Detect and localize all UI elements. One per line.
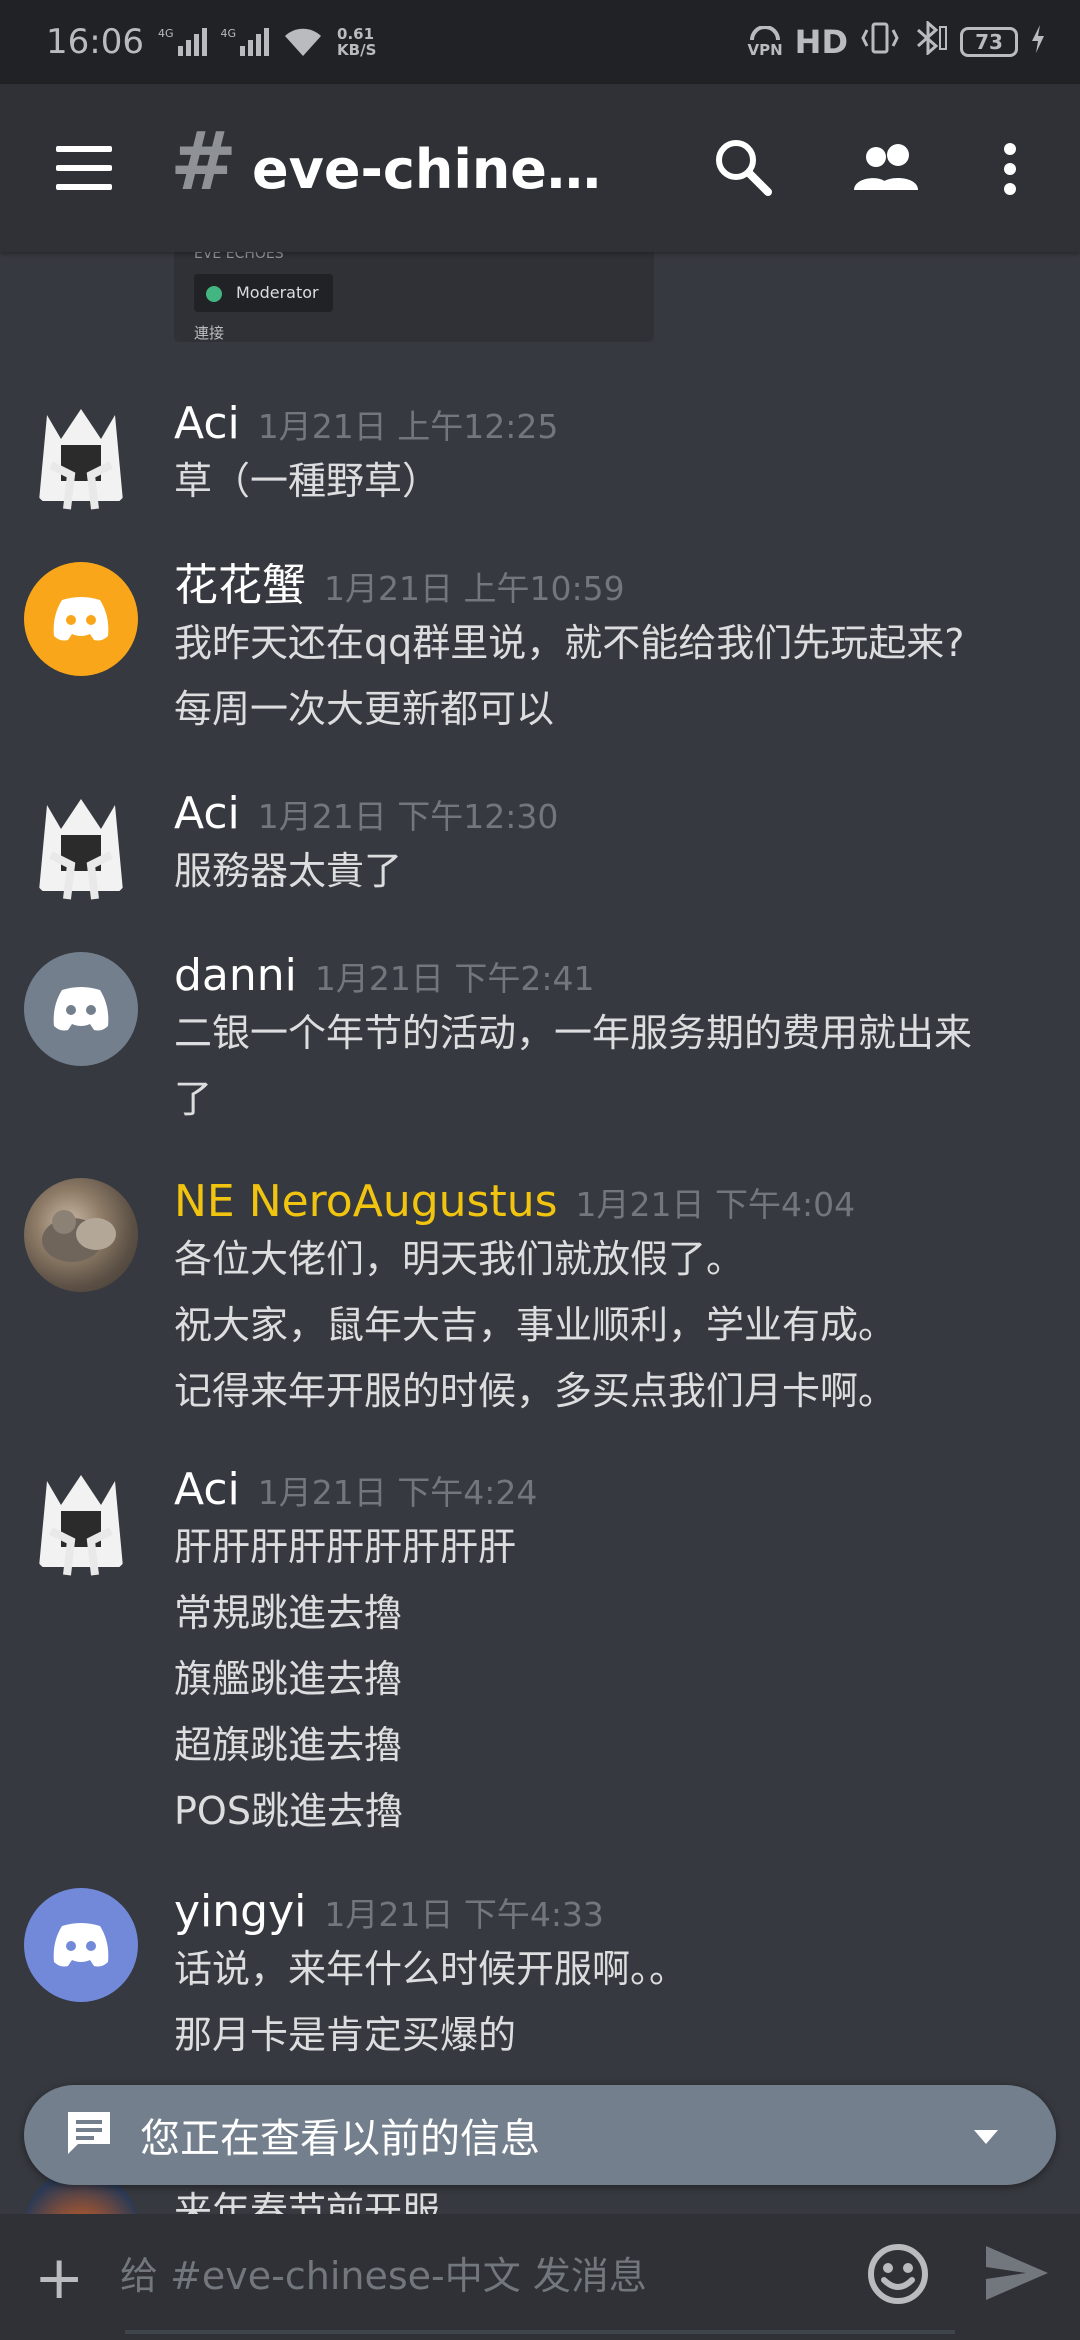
- vpn-icon: VPN: [748, 26, 783, 58]
- cell-signal-icon-2: 4G: [221, 28, 270, 56]
- channel-title[interactable]: eve-chinese-...: [252, 140, 632, 200]
- message-composer: +: [0, 2214, 1080, 2340]
- timestamp: 1月21日 上午10:59: [324, 569, 625, 608]
- emoji-icon[interactable]: [866, 2242, 930, 2310]
- wifi-icon: [283, 26, 323, 58]
- add-attachment-button[interactable]: +: [34, 2248, 84, 2308]
- embed-link[interactable]: 連接: [194, 322, 224, 342]
- avatar[interactable]: [24, 1888, 138, 2002]
- message-header: danni 1月21日 下午2:41: [174, 948, 594, 1007]
- channel-hash-icon: #: [170, 115, 238, 208]
- message-text: 服務器太貴了: [174, 849, 403, 893]
- message-header: 花花蟹 1月21日 上午10:59: [174, 558, 625, 617]
- message-text: 我昨天还在qq群里说，就不能给我们先玩起来?: [174, 621, 965, 665]
- username[interactable]: Aci: [174, 396, 240, 452]
- message-text: 那月卡是肯定买爆的: [174, 2013, 517, 2057]
- message-header: Aci 1月21日 上午12:25: [174, 396, 558, 455]
- message-text: 记得来年开服的时候，多买点我们月卡啊。: [174, 1369, 897, 1413]
- message-text: 旗艦跳進去擼: [174, 1657, 403, 1701]
- message-text: 每周一次大更新都可以: [174, 687, 555, 731]
- username[interactable]: Aci: [174, 1462, 240, 1518]
- timestamp: 1月21日 下午12:30: [257, 797, 559, 836]
- message-text: 话说，来年什么时候开服啊。。: [174, 1947, 688, 1991]
- discord-logo-icon: [53, 987, 109, 1031]
- status-bar: 16:06 4G 4G 0.61 KB/S VPN HD 73: [0, 0, 1080, 84]
- bluetooth-icon: [912, 19, 948, 63]
- chevron-down-icon[interactable]: [974, 2129, 998, 2148]
- message-bubble-icon: [64, 2108, 114, 2162]
- cell-signal-icon: 4G: [158, 28, 207, 56]
- message-text: 常規跳進去擼: [174, 1591, 403, 1635]
- message-header: NE NeroAugustus 1月21日 下午4:04: [174, 1174, 855, 1233]
- role-badge: Moderator: [194, 274, 333, 312]
- role-color-dot: [206, 286, 222, 302]
- message-text: 草（一種野草）: [174, 459, 441, 503]
- message-text: 二银一个年节的活动，一年服务期的费用就出来: [174, 1011, 973, 1055]
- member-list-icon[interactable]: [852, 142, 922, 196]
- network-speed: 0.61 KB/S: [337, 25, 377, 59]
- send-icon[interactable]: [984, 2244, 1050, 2306]
- discord-logo-icon: [53, 597, 109, 641]
- composer-divider: [125, 2330, 955, 2334]
- timestamp: 1月21日 下午4:24: [257, 1473, 538, 1512]
- message-text: 祝大家，鼠年大吉，事业顺利，学业有成。: [174, 1303, 897, 1347]
- message-header: yingyi 1月21日 下午4:33: [174, 1884, 604, 1943]
- username[interactable]: NE NeroAugustus: [174, 1174, 558, 1230]
- message-text: 肝肝肝肝肝肝肝肝肝: [174, 1525, 517, 1569]
- avatar[interactable]: [24, 402, 138, 516]
- timestamp: 1月21日 下午4:33: [324, 1895, 604, 1934]
- message-list[interactable]: EVE ECHOES Moderator 連接 Aci 1月21日 上午12:2…: [0, 252, 1080, 2214]
- message-text: 来年春节前开服: [174, 2189, 441, 2214]
- username[interactable]: Aci: [174, 786, 240, 842]
- timestamp: 1月21日 上午12:25: [257, 407, 559, 446]
- hd-indicator: HD: [794, 23, 848, 61]
- message-input[interactable]: [120, 2244, 840, 2308]
- avatar[interactable]: [24, 792, 138, 906]
- status-right: VPN HD 73: [748, 19, 1047, 63]
- avatar[interactable]: [24, 1178, 138, 1292]
- message-text: 超旗跳進去擼: [174, 1723, 403, 1767]
- channel-header: # eve-chinese-...: [0, 84, 1080, 252]
- embed-caption: EVE ECHOES: [194, 252, 284, 262]
- message-header: Aci 1月21日 下午4:24: [174, 1462, 537, 1521]
- menu-icon[interactable]: [56, 146, 112, 190]
- search-icon[interactable]: [712, 136, 774, 202]
- username[interactable]: 花花蟹: [174, 558, 306, 614]
- avatar[interactable]: [24, 562, 138, 676]
- discord-logo-icon: [53, 1923, 109, 1967]
- message-text: 各位大佬们，明天我们就放假了。: [174, 1237, 745, 1281]
- status-time: 16:06: [46, 22, 144, 62]
- timestamp: 1月21日 下午4:04: [575, 1185, 856, 1224]
- battery-icon: 73: [960, 27, 1018, 57]
- viewing-older-messages-banner[interactable]: 您正在查看以前的信息: [24, 2085, 1056, 2185]
- avatar[interactable]: [24, 1468, 138, 1582]
- timestamp: 1月21日 下午2:41: [314, 959, 595, 998]
- username[interactable]: danni: [174, 948, 297, 1004]
- banner-text: 您正在查看以前的信息: [140, 2116, 540, 2162]
- message-text: POS跳進去擼: [174, 1789, 403, 1833]
- vibrate-icon: [860, 22, 900, 62]
- more-options-icon[interactable]: [1002, 142, 1018, 200]
- username[interactable]: yingyi: [174, 1884, 306, 1940]
- message-header: Aci 1月21日 下午12:30: [174, 786, 558, 845]
- message-text: 了: [174, 1077, 213, 1121]
- charging-icon: [1030, 23, 1046, 61]
- avatar[interactable]: [24, 952, 138, 1066]
- embed-preview[interactable]: EVE ECHOES Moderator 連接: [174, 252, 654, 342]
